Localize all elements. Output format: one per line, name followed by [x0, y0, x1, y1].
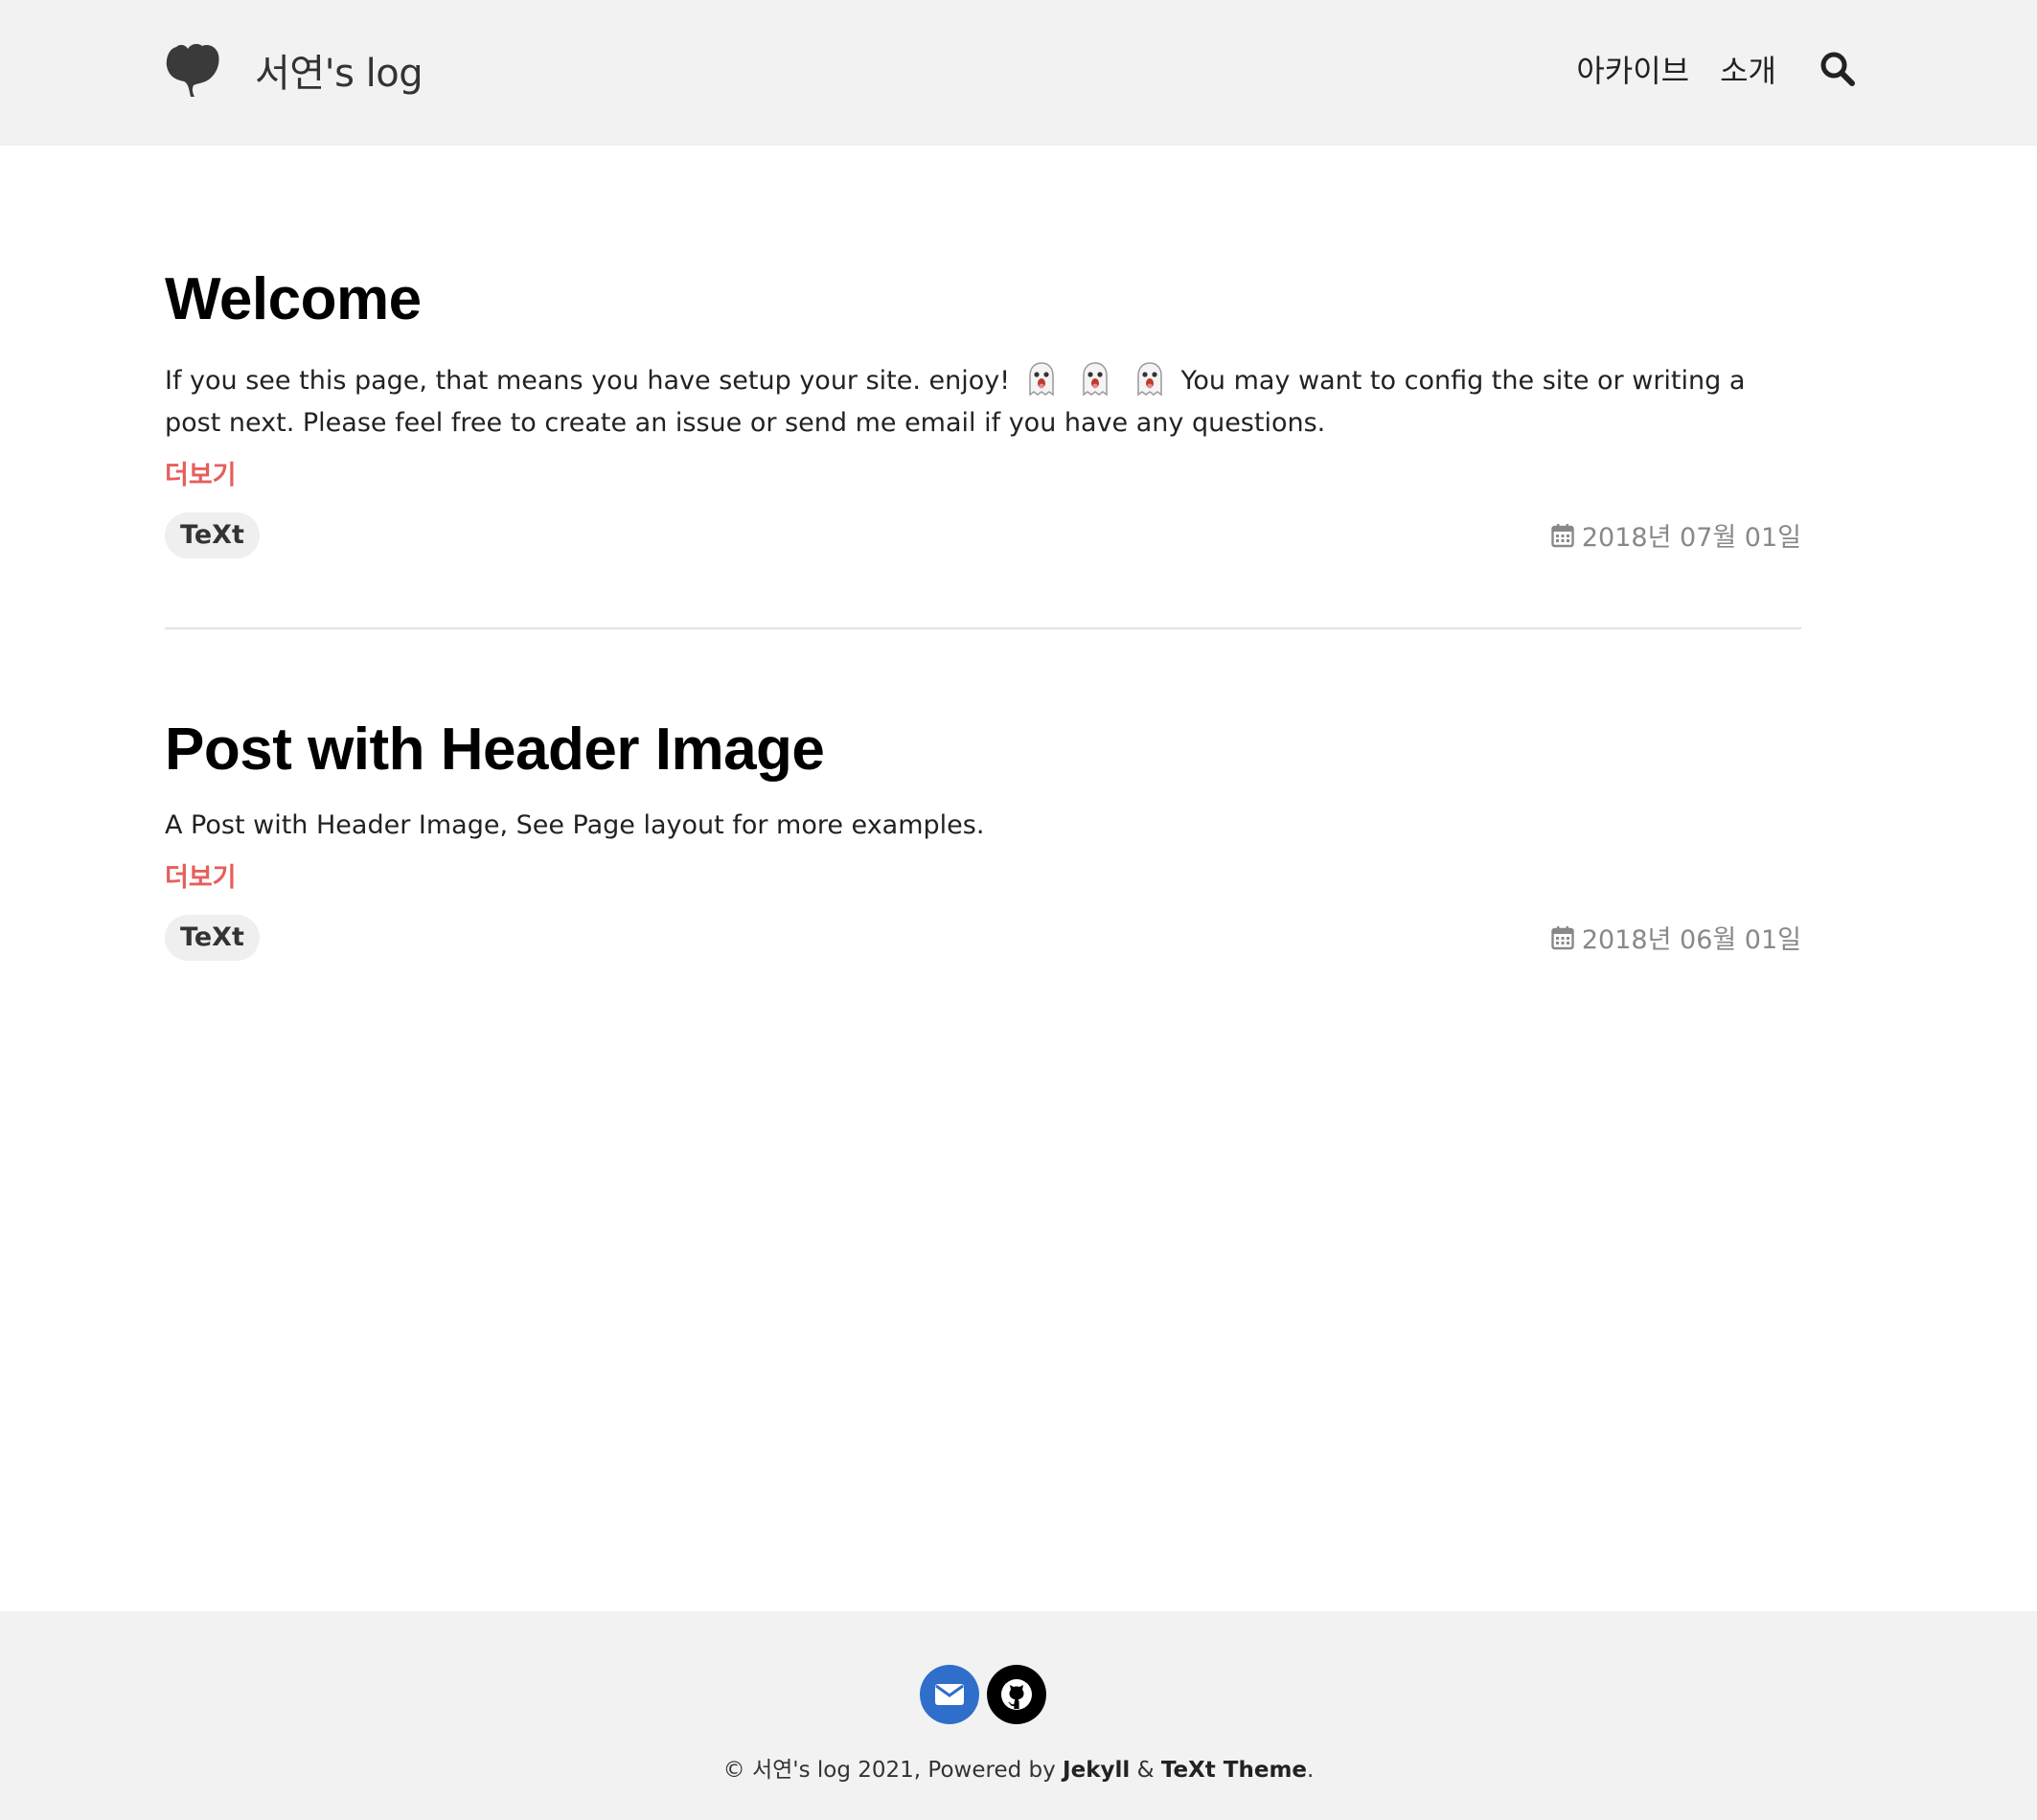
brand-link[interactable]: 서연's log [165, 40, 423, 100]
post-item: Post with Header Image A Post with Heade… [165, 715, 1801, 962]
post-date-text: 2018년 06월 01일 [1581, 925, 1801, 956]
post-title: Welcome [165, 264, 1801, 335]
ghost-icon [1137, 362, 1162, 397]
post-excerpt: If you see this page, that means you hav… [165, 360, 1801, 444]
search-icon[interactable] [1819, 50, 1857, 88]
post-date: 2018년 07월 01일 [1551, 516, 1801, 554]
main-nav: 아카이브 소개 [1576, 42, 1857, 96]
text-theme-link[interactable]: TeXt Theme [1161, 1758, 1307, 1783]
site-header: 서연's log 아카이브 소개 [0, 0, 2037, 146]
ampersand: & [1136, 1758, 1155, 1783]
ginkgo-leaf-icon [166, 43, 219, 97]
envelope-icon [935, 1684, 964, 1705]
period: . [1307, 1758, 1315, 1783]
page: 서연's log 아카이브 소개 Welcome If you see this… [0, 0, 2037, 1820]
post-divider [165, 627, 1801, 629]
tag-button[interactable]: TeXt [165, 512, 260, 559]
read-more-link[interactable]: 더보기 [165, 454, 237, 491]
calendar-icon [1551, 523, 1574, 548]
post-date: 2018년 06월 01일 [1551, 919, 1801, 956]
copyright-text: © 서연's log 2021, Powered by Jekyll & TeX… [0, 1751, 2037, 1784]
social-links [920, 1665, 1054, 1724]
ghost-emoji-group [1018, 362, 1181, 397]
post-meta: TeXt 2018년 07월 01일 [165, 512, 1801, 559]
site-title: 서연's log [255, 52, 423, 96]
post-title: Post with Header Image [165, 715, 1801, 785]
copyright-prefix: © 서연's log 2021, Powered by [722, 1758, 1056, 1783]
nav-item-about[interactable]: 소개 [1720, 47, 1776, 91]
read-more-link[interactable]: 더보기 [165, 856, 237, 894]
post-item: Welcome If you see this page, that means… [165, 264, 1801, 559]
post-title-link[interactable]: Post with Header Image [165, 717, 825, 783]
post-meta: TeXt 2018년 06월 01일 [165, 915, 1801, 962]
jekyll-link[interactable]: Jekyll [1063, 1758, 1130, 1783]
post-date-text: 2018년 07월 01일 [1581, 523, 1801, 554]
excerpt-text: If you see this page, that means you hav… [165, 366, 1011, 397]
post-excerpt: A Post with Header Image, See Page layou… [165, 810, 985, 841]
calendar-icon [1551, 925, 1574, 950]
site-footer: © 서연's log 2021, Powered by Jekyll & TeX… [0, 1611, 2037, 1820]
post-title-link[interactable]: Welcome [165, 266, 422, 332]
github-icon [1001, 1679, 1032, 1710]
github-button[interactable] [987, 1665, 1046, 1724]
ghost-icon [1083, 362, 1109, 397]
email-button[interactable] [920, 1665, 979, 1724]
ghost-icon [1028, 362, 1054, 397]
nav-item-archive[interactable]: 아카이브 [1576, 47, 1689, 91]
tag-button[interactable]: TeXt [165, 915, 260, 962]
